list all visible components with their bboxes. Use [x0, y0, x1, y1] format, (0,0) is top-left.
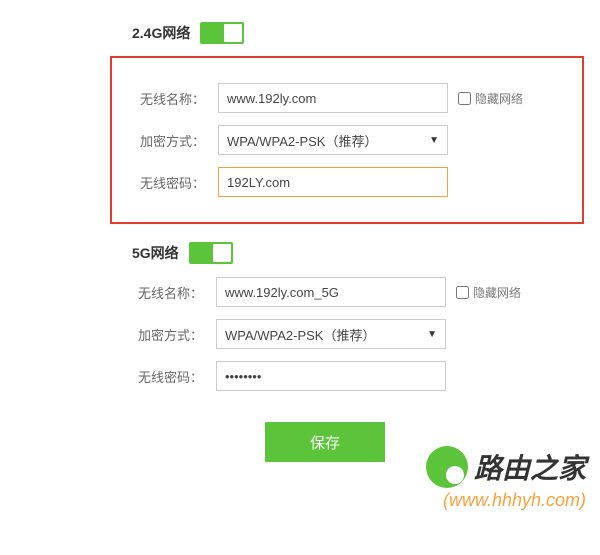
watermark: 路由之家 (www.hhhyh.com) [426, 446, 586, 511]
pwd-24g-label: 无线密码： [140, 173, 218, 192]
save-button[interactable]: 保存 [265, 422, 385, 462]
brand-logo-icon [426, 446, 468, 488]
toggle-24g[interactable] [200, 22, 244, 44]
enc-5g-label: 加密方式： [138, 325, 216, 344]
ssid-24g-label: 无线名称： [140, 89, 218, 108]
hide-24g-wrap[interactable]: 隐藏网络 [458, 90, 523, 107]
ssid-5g-label: 无线名称： [138, 283, 216, 302]
chevron-down-icon: ▼ [429, 135, 439, 146]
hide-5g-checkbox[interactable] [456, 286, 469, 299]
chevron-down-icon: ▼ [427, 329, 437, 340]
pwd-24g-input[interactable] [218, 167, 448, 197]
section-5g-title: 5G网络 [132, 243, 179, 263]
enc-5g-value: WPA/WPA2-PSK（推荐） [225, 325, 375, 344]
hide-5g-label: 隐藏网络 [473, 284, 521, 301]
enc-24g-select[interactable]: WPA/WPA2-PSK（推荐） ▼ [218, 125, 448, 155]
hide-5g-wrap[interactable]: 隐藏网络 [456, 284, 521, 301]
brand-name: 路由之家 [474, 447, 586, 487]
pwd-5g-label: 无线密码： [138, 367, 216, 386]
hide-24g-checkbox[interactable] [458, 92, 471, 105]
toggle-5g[interactable] [189, 242, 233, 264]
brand-url: (www.hhhyh.com) [426, 490, 586, 511]
hide-24g-label: 隐藏网络 [475, 90, 523, 107]
enc-24g-label: 加密方式： [140, 131, 218, 150]
toggle-5g-knob [213, 244, 231, 262]
form-24g: 无线名称： 隐藏网络 加密方式： WPA/WPA2-PSK（推荐） ▼ 无线密码… [110, 56, 584, 224]
toggle-24g-knob [224, 24, 242, 42]
pwd-5g-input[interactable] [216, 361, 446, 391]
enc-24g-value: WPA/WPA2-PSK（推荐） [227, 131, 377, 150]
form-5g: 无线名称： 隐藏网络 加密方式： WPA/WPA2-PSK（推荐） ▼ 无线密码… [0, 276, 600, 392]
ssid-5g-input[interactable] [216, 277, 446, 307]
ssid-24g-input[interactable] [218, 83, 448, 113]
enc-5g-select[interactable]: WPA/WPA2-PSK（推荐） ▼ [216, 319, 446, 349]
section-24g-title: 2.4G网络 [132, 23, 190, 43]
